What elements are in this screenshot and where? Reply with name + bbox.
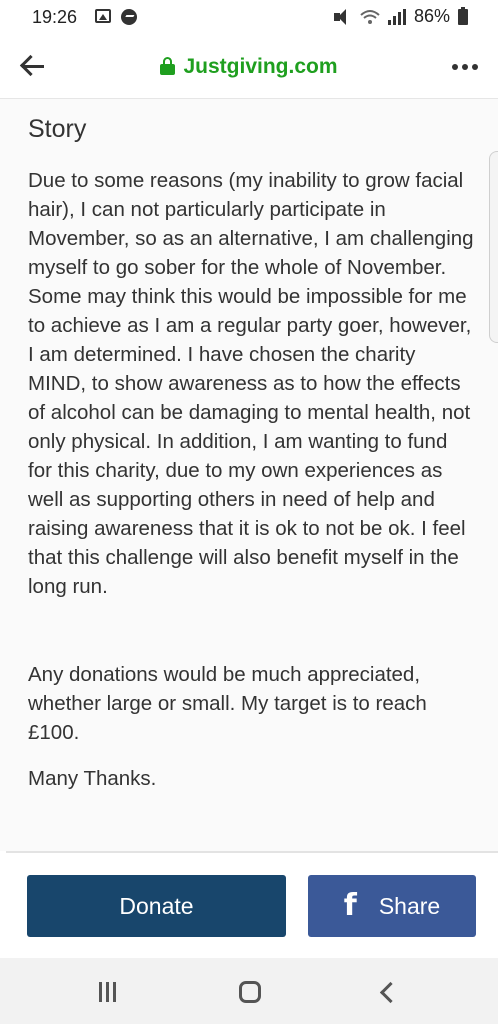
home-icon[interactable] (239, 981, 261, 1003)
navigation-bar (0, 958, 498, 1024)
story-paragraph: Due to some reasons (my inability to gro… (28, 169, 474, 598)
wifi-icon (360, 9, 380, 25)
story-paragraph: Any donations would be much appreciated,… (28, 663, 427, 744)
browser-toolbar: Justgiving.com (0, 36, 498, 99)
story-content: Story Due to some reasons (my inability … (0, 99, 498, 851)
signal-icon (387, 8, 406, 25)
gallery-icon (95, 9, 111, 23)
battery-icon (458, 6, 468, 25)
facebook-icon: f (343, 888, 357, 923)
mute-icon (333, 8, 352, 25)
share-button[interactable]: f Share (308, 875, 476, 937)
status-bar: 19:26 86% (0, 0, 498, 36)
story-signoff: Many Thanks. (28, 767, 157, 790)
recents-icon[interactable] (99, 982, 116, 1002)
messenger-icon (121, 9, 137, 25)
scroll-handle[interactable] (489, 151, 498, 343)
more-options-icon[interactable] (452, 64, 478, 70)
lock-icon (160, 57, 176, 75)
share-label: Share (378, 892, 441, 919)
url-bar[interactable]: Justgiving.com (0, 55, 498, 79)
action-bar: Donate f Share (6, 851, 498, 960)
status-time: 19:26 (32, 7, 78, 27)
status-icons: 86% (333, 6, 468, 27)
donate-button[interactable]: Donate (27, 875, 286, 937)
battery-percent: 86% (413, 6, 450, 26)
url-text: Justgiving.com (183, 55, 338, 78)
back-icon[interactable] (379, 981, 402, 1004)
donate-label: Donate (119, 892, 194, 919)
story-heading: Story (28, 115, 87, 143)
